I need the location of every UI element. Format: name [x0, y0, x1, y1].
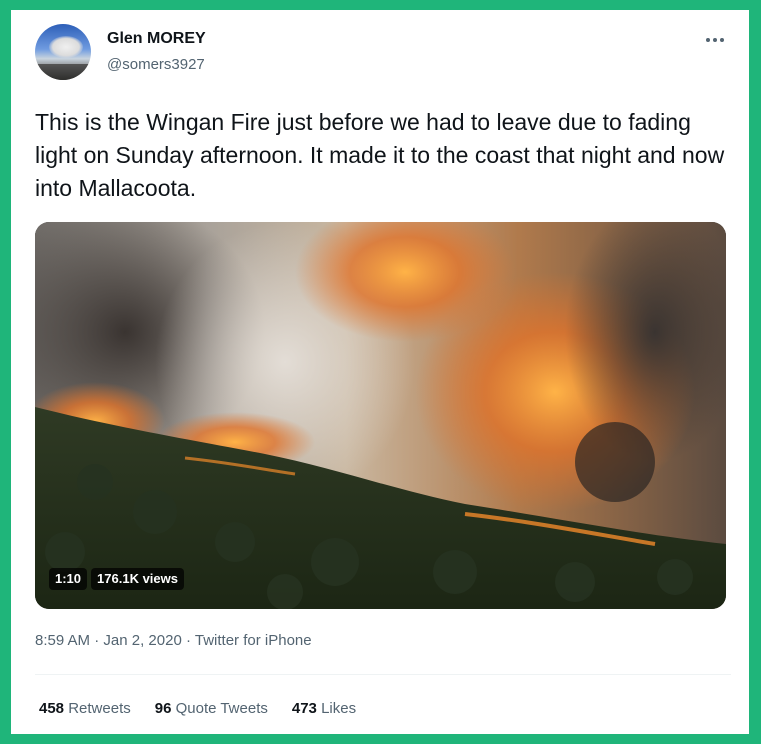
tweet-meta: 8:59 AM · Jan 2, 2020 · Twitter for iPho… — [35, 632, 312, 649]
wildfire-video-thumbnail — [35, 222, 726, 609]
tweet-source[interactable]: Twitter for iPhone — [195, 632, 312, 649]
retweets-label: Retweets — [68, 700, 131, 717]
quote-tweets-count: 96 — [154, 700, 172, 717]
dot-icon — [720, 38, 724, 42]
video-duration: 1:10 — [49, 568, 88, 590]
avatar-smoke-image — [49, 36, 83, 58]
meta-separator: · — [185, 632, 191, 649]
dot-icon — [706, 38, 710, 42]
divider — [35, 674, 731, 675]
retweets-count: 458 — [39, 700, 65, 717]
video-player[interactable]: 1:10 176.1K views — [35, 222, 726, 609]
quote-tweets-stat[interactable]: 96 Quote Tweets — [155, 700, 268, 717]
tweet-time[interactable]: 8:59 AM — [35, 632, 90, 649]
video-badges: 1:10 176.1K views — [49, 568, 184, 590]
avatar[interactable] — [35, 24, 91, 80]
meta-separator: · — [94, 632, 100, 649]
tweet-card: Glen MOREY @somers3927 This is the Winga… — [11, 10, 749, 734]
more-options-icon[interactable] — [701, 30, 729, 50]
video-views: 176.1K views — [91, 568, 184, 590]
likes-label: Likes — [321, 700, 357, 717]
tweet-text: This is the Wingan Fire just before we h… — [35, 109, 725, 201]
avatar-ground-image — [35, 64, 91, 80]
likes-count: 473 — [291, 700, 317, 717]
dot-icon — [713, 38, 717, 42]
author-handle[interactable]: @somers3927 — [107, 56, 205, 73]
retweets-stat[interactable]: 458 Retweets — [39, 700, 131, 717]
tweet-stats: 458 Retweets 96 Quote Tweets 473 Likes — [39, 700, 356, 717]
author-name[interactable]: Glen MOREY — [107, 30, 206, 48]
likes-stat[interactable]: 473 Likes — [292, 700, 356, 717]
tweet-date[interactable]: Jan 2, 2020 — [103, 632, 181, 649]
quote-tweets-label: Quote Tweets — [175, 700, 268, 717]
